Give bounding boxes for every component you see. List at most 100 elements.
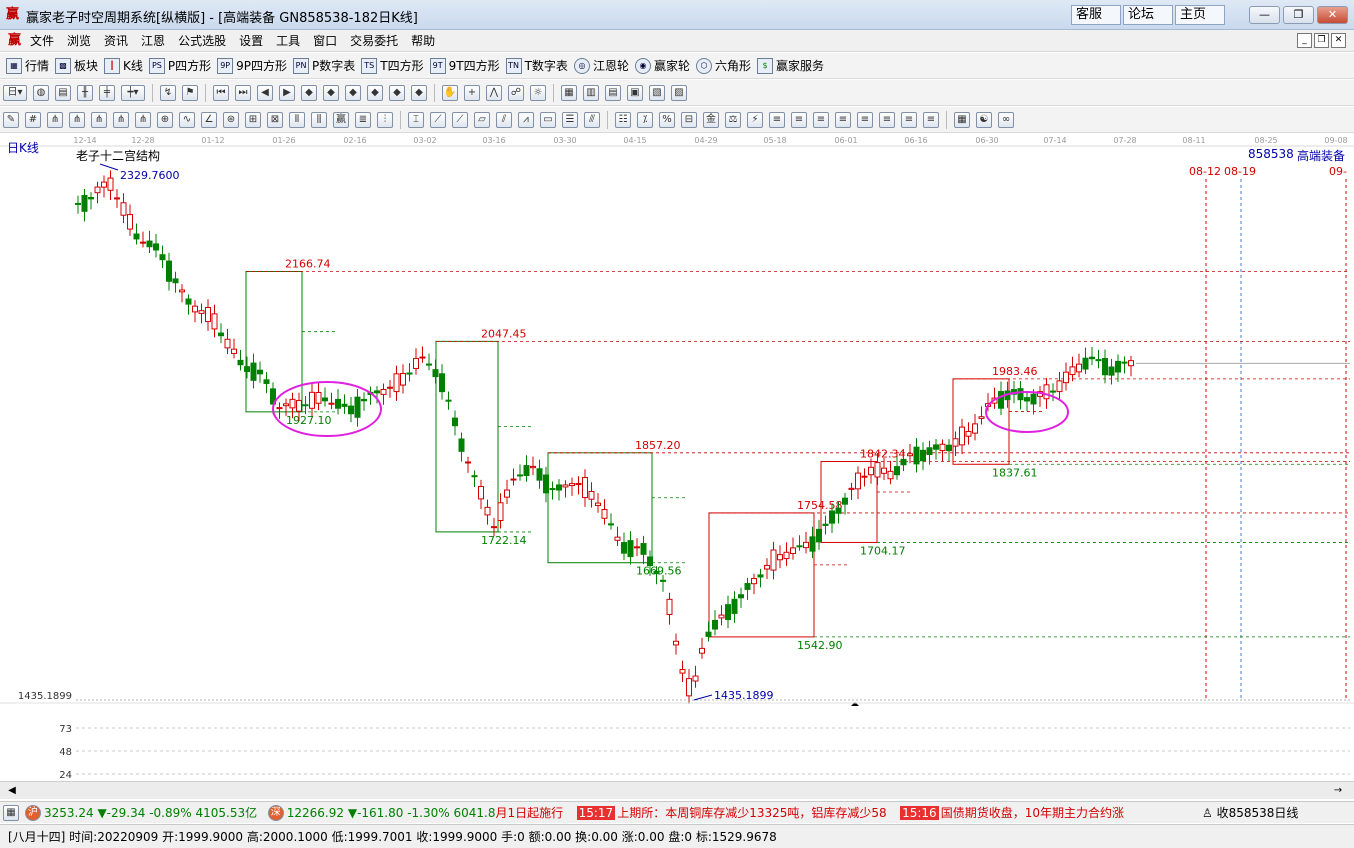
news-item-2[interactable]: 国债期货收盘，10年期主力合约涨	[941, 804, 1124, 821]
gann-wheel-button[interactable]: ◎ 江恩轮	[573, 57, 629, 74]
level-6-icon[interactable]: ≡	[879, 111, 895, 128]
chart-canvas[interactable]: 12-14 12-28 01-12 01-26 02-16 03-02 03-16 03-30…	[0, 133, 1354, 781]
fan-2-icon[interactable]: ⋔	[69, 111, 85, 128]
level-7-icon[interactable]: ≡	[901, 111, 917, 128]
gann-grid-icon[interactable]: ⊞	[245, 111, 261, 128]
scroll-left-icon[interactable]: ◀	[2, 784, 22, 798]
hexagon-button[interactable]: ⬡ 六角形	[695, 57, 751, 74]
9t-square-button[interactable]: 9T 9T四方形	[429, 57, 500, 74]
next-icon[interactable]: ▶	[279, 84, 295, 101]
news-item-1[interactable]: 上期所：本周铜库存减少13325吨，铝库存减少58	[617, 804, 886, 821]
mdi-restore-icon[interactable]: ❐	[1314, 33, 1329, 48]
close-mode-label[interactable]: ♙ 收858538日线	[1196, 804, 1299, 821]
box-draw-icon[interactable]: ▱	[474, 111, 490, 128]
candle-chart-icon[interactable]: ╫	[77, 84, 93, 101]
mask-icon[interactable]: ☼	[530, 84, 546, 101]
diamond-2-icon[interactable]: ◆	[323, 84, 339, 101]
grid-draw-icon[interactable]: #	[25, 111, 41, 128]
t-square-button[interactable]: TS T四方形	[361, 57, 424, 74]
mdi-close-icon[interactable]: ✕	[1331, 33, 1346, 48]
bar-chart-icon[interactable]: ╪	[99, 84, 115, 101]
menu-tools[interactable]: 工具	[276, 32, 300, 49]
flag-icon[interactable]: ⚑	[182, 84, 198, 101]
homepage-link[interactable]: 主页	[1175, 5, 1225, 25]
zigzag-icon[interactable]: ⋀	[486, 84, 502, 101]
menu-settings[interactable]: 设置	[239, 32, 263, 49]
table-icon[interactable]: ☷	[615, 111, 631, 128]
menu-gann[interactable]: 江恩	[141, 32, 165, 49]
cursor-icon[interactable]: ⌶	[408, 111, 424, 128]
bars-icon[interactable]: ⫴	[289, 111, 305, 128]
winner-service-button[interactable]: $ 赢家服务	[756, 57, 824, 74]
channel-icon[interactable]: ⫽	[496, 111, 512, 128]
menu-browse[interactable]: 浏览	[67, 32, 91, 49]
winner-wheel-button[interactable]: ◉ 赢家轮	[634, 57, 690, 74]
gann-box-icon[interactable]: ⊠	[267, 111, 283, 128]
menu-info[interactable]: 资讯	[104, 32, 128, 49]
fan-5-icon[interactable]: ⋔	[135, 111, 151, 128]
angle-icon[interactable]: ∠	[201, 111, 217, 128]
wave-icon[interactable]: ∿	[179, 111, 195, 128]
winner-mark-icon[interactable]: 赢	[333, 111, 349, 128]
level-8-icon[interactable]: ≡	[923, 111, 939, 128]
calculator-icon[interactable]: ▥	[583, 84, 599, 101]
menu-formula-select[interactable]: 公式选股	[178, 32, 226, 49]
notes-icon[interactable]: ▤	[605, 84, 621, 101]
level-4-icon[interactable]: ≡	[835, 111, 851, 128]
level-1-icon[interactable]: ≡	[769, 111, 785, 128]
period-dropdown-icon[interactable]: 日▾	[3, 84, 27, 101]
save-icon[interactable]: ▣	[627, 84, 643, 101]
quote-table-icon[interactable]: ▦	[3, 804, 19, 821]
quotes-button[interactable]: ▦ 行情	[6, 57, 49, 74]
gann-fan-icon[interactable]: ⊛	[223, 111, 239, 128]
first-icon[interactable]: ⏮	[213, 84, 229, 101]
print-icon[interactable]: ▨	[671, 84, 687, 101]
balance-icon[interactable]: ⚖	[725, 111, 741, 128]
fan-4-icon[interactable]: ⋔	[113, 111, 129, 128]
gold-icon[interactable]: 金	[703, 111, 719, 128]
news-fragment[interactable]: 月1日起施行	[496, 804, 564, 821]
export-icon[interactable]: ▧	[649, 84, 665, 101]
crosshair-icon[interactable]: +	[464, 84, 480, 101]
pen-icon[interactable]: ✎	[3, 111, 19, 128]
chart-style-icon[interactable]: ◍	[33, 84, 49, 101]
last-icon[interactable]: ⏭	[235, 84, 251, 101]
diamond-6-icon[interactable]: ◆	[411, 84, 427, 101]
document-icon[interactable]: ▤	[55, 84, 71, 101]
speed-icon[interactable]: ⚡	[747, 111, 763, 128]
infinity-icon[interactable]: ∞	[998, 111, 1014, 128]
pattern-icon[interactable]: ☍	[508, 84, 524, 101]
prev-icon[interactable]: ◀	[257, 84, 273, 101]
cycle-icon[interactable]: ⫼	[311, 111, 327, 128]
mdi-minimize-icon[interactable]: _	[1297, 33, 1312, 48]
circle-grid-icon[interactable]: ⊕	[157, 111, 173, 128]
menu-trade[interactable]: 交易委托	[350, 32, 398, 49]
close-button[interactable]: ✕	[1317, 6, 1348, 24]
menu-help[interactable]: 帮助	[411, 32, 435, 49]
percent-slash-icon[interactable]: ⁒	[637, 111, 653, 128]
level-5-icon[interactable]: ≡	[857, 111, 873, 128]
p-number-table-button[interactable]: PN P数字表	[293, 57, 355, 74]
kline-button[interactable]: ┃ K线	[104, 57, 143, 74]
trend-line-1-icon[interactable]: ⟋	[430, 111, 446, 128]
grid-table-icon[interactable]: ▦	[954, 111, 970, 128]
kline-chart[interactable]: 12-14 12-28 01-12 01-26 02-16 03-02 03-16 03-30…	[0, 133, 1354, 781]
fib-icon[interactable]: ☰	[562, 111, 578, 128]
customer-service-link[interactable]: 客服	[1071, 5, 1121, 25]
chart-scrollbar[interactable]: ◀ →	[0, 781, 1354, 799]
fan-3-icon[interactable]: ⋔	[91, 111, 107, 128]
ruler-icon[interactable]: ⊟	[681, 111, 697, 128]
yin-yang-icon[interactable]: ☯	[976, 111, 992, 128]
maximize-button[interactable]: ❐	[1283, 6, 1314, 24]
forum-link[interactable]: 论坛	[1123, 5, 1173, 25]
analysis-icon[interactable]: ↯	[160, 84, 176, 101]
9p-square-button[interactable]: 9P 9P四方形	[217, 57, 287, 74]
t-number-table-button[interactable]: TN T数字表	[505, 57, 568, 74]
calendar-icon[interactable]: ▦	[561, 84, 577, 101]
diamond-4-icon[interactable]: ◆	[367, 84, 383, 101]
p-square-button[interactable]: PS P四方形	[148, 57, 211, 74]
diamond-5-icon[interactable]: ◆	[389, 84, 405, 101]
parallel-icon[interactable]: ⫻	[584, 111, 600, 128]
fan-1-icon[interactable]: ⋔	[47, 111, 63, 128]
level-3-icon[interactable]: ≡	[813, 111, 829, 128]
